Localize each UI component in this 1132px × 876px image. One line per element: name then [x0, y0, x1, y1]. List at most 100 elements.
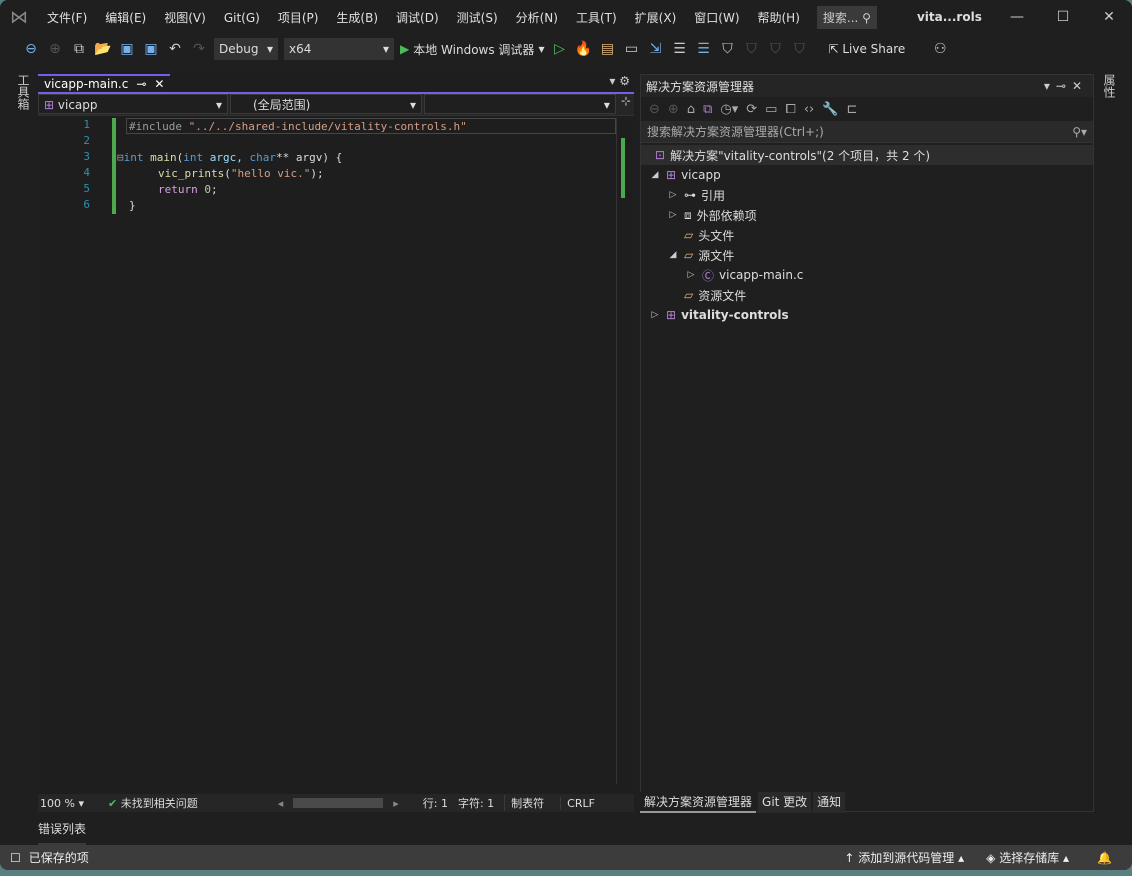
layout-icon[interactable]: ▭: [622, 41, 640, 57]
tab-solution-explorer[interactable]: 解决方案资源管理器: [640, 792, 757, 813]
tabs-indicator[interactable]: 制表符: [504, 795, 550, 811]
sync-icon[interactable]: ⟳: [746, 102, 757, 117]
properties-icon[interactable]: 🔧: [822, 102, 838, 117]
show-all-files-icon[interactable]: ⧠: [785, 102, 795, 117]
properties-side-tab[interactable]: 属性: [1100, 74, 1118, 98]
menu-file[interactable]: 文件(F): [38, 11, 96, 25]
collapsed-icon[interactable]: ▷: [685, 270, 697, 280]
vertical-scrollbar[interactable]: [616, 118, 634, 784]
undo-icon[interactable]: ↶: [166, 41, 184, 57]
zoom-dropdown[interactable]: 100 % ▾: [40, 797, 84, 810]
menu-analyze[interactable]: 分析(N): [507, 11, 567, 25]
tree-item-external-deps[interactable]: ▷ ⧈ 外部依赖项: [641, 205, 1093, 225]
collapsed-icon[interactable]: ▷: [649, 310, 661, 320]
scope-dropdown[interactable]: (全局范围) ▾: [229, 94, 422, 114]
menu-build[interactable]: 生成(B): [327, 11, 387, 25]
output-icon[interactable]: ☐: [10, 851, 21, 865]
tree-item-vitality-controls[interactable]: ▷ ⊞ vitality-controls: [641, 305, 1093, 325]
folder-icon[interactable]: ▤: [598, 41, 616, 57]
panel-controls[interactable]: ▾⊸✕: [1044, 79, 1088, 93]
hot-reload-icon[interactable]: 🔥: [574, 41, 592, 57]
scroll-right-icon[interactable]: ▸: [393, 797, 399, 810]
tree-item-header-files[interactable]: ▱ 头文件: [641, 225, 1093, 245]
collapsed-icon[interactable]: ▷: [667, 190, 679, 200]
menu-project[interactable]: 项目(P): [269, 11, 328, 25]
menu-edit[interactable]: 编辑(E): [96, 11, 155, 25]
notifications-bell-icon[interactable]: 🔔: [1097, 851, 1112, 865]
code-icon[interactable]: ‹›: [804, 102, 814, 117]
search-box[interactable]: 搜索... ⚲: [816, 5, 877, 29]
tree-label: 外部依赖项: [696, 208, 757, 223]
tree-item-vicapp-main[interactable]: ▷ Ⓒvicapp-main.c: [641, 265, 1093, 285]
uncomment-icon[interactable]: ☰: [694, 41, 712, 57]
close-tab-icon[interactable]: ✕: [154, 77, 164, 91]
scroll-left-icon[interactable]: ◂: [278, 797, 284, 810]
live-share-button[interactable]: ⇱ Live Share: [828, 42, 905, 56]
pending-changes-icon[interactable]: ◷▾: [720, 102, 738, 117]
solution-explorer-toolbar: ⊖ ⊕ ⌂ ⧉ ◷▾ ⟳ ▭ ⧠ ‹› 🔧 ⊏: [641, 97, 1093, 121]
tree-item-vicapp[interactable]: ◢ ⊞ vicapp: [641, 165, 1093, 185]
split-icon[interactable]: ⊹: [618, 94, 634, 115]
issues-indicator[interactable]: ✔ 未找到相关问题: [108, 795, 198, 811]
pin-icon[interactable]: ⊸: [136, 77, 146, 91]
save-all-icon[interactable]: ▣: [142, 41, 160, 57]
new-item-icon[interactable]: ⧉: [70, 41, 88, 57]
minimize-button[interactable]: —: [994, 9, 1040, 25]
back-icon[interactable]: ⊖: [22, 41, 40, 57]
comment-icon[interactable]: ☰: [670, 41, 688, 57]
open-folder-icon[interactable]: 📂: [94, 41, 112, 57]
close-button[interactable]: ✕: [1086, 9, 1132, 25]
start-without-debugging-icon[interactable]: ▷: [550, 41, 568, 57]
switch-views-icon[interactable]: ⧉: [703, 102, 712, 117]
menu-test[interactable]: 测试(S): [448, 11, 507, 25]
toolbox-side-tab[interactable]: 工具箱: [14, 74, 32, 110]
menu-view[interactable]: 视图(V): [155, 11, 215, 25]
tree-item-solution[interactable]: ⊡ 解决方案"vitality-controls"(2 个项目，共 2 个): [641, 145, 1093, 165]
keyword: int: [183, 151, 204, 164]
save-icon[interactable]: ▣: [118, 41, 136, 57]
forward-icon[interactable]: ⊕: [46, 41, 64, 57]
home-icon[interactable]: ⌂: [687, 102, 695, 117]
project-dropdown[interactable]: ⊞ vicapp ▾: [38, 94, 228, 114]
preview-icon[interactable]: ⊏: [846, 102, 857, 117]
expanded-icon[interactable]: ◢: [649, 170, 661, 180]
collapse-icon[interactable]: ⊟: [117, 151, 124, 164]
bookmark-icon[interactable]: ⛉: [718, 41, 736, 57]
maximize-button[interactable]: ☐: [1040, 9, 1086, 25]
forward-icon[interactable]: ⊕: [668, 102, 679, 117]
horizontal-scrollbar[interactable]: [293, 798, 384, 808]
collapse-all-icon[interactable]: ▭: [765, 102, 777, 117]
bookmark-prev-icon[interactable]: ⛉: [742, 41, 760, 57]
eol-indicator[interactable]: CRLF: [560, 796, 601, 810]
select-repository-button[interactable]: ◈ 选择存储库 ▴: [986, 849, 1069, 866]
member-dropdown[interactable]: ▾: [423, 94, 616, 114]
code-area[interactable]: 1 2 3 4 5 6 #include "../../shared-inclu…: [38, 118, 616, 784]
bookmark-next-icon[interactable]: ⛉: [766, 41, 784, 57]
menu-tools[interactable]: 工具(T): [567, 11, 626, 25]
bookmark-clear-icon[interactable]: ⛉: [790, 41, 808, 57]
platform-dropdown[interactable]: x64 ▾: [284, 38, 394, 60]
redo-icon[interactable]: ↷: [190, 41, 208, 57]
add-to-source-control-button[interactable]: ↑ 添加到源代码管理 ▴: [844, 849, 964, 866]
number: 0: [197, 183, 211, 196]
tree-item-references[interactable]: ▷ ⊶ 引用: [641, 185, 1093, 205]
menu-help[interactable]: 帮助(H): [749, 11, 809, 25]
tree-item-resource-files[interactable]: ▱ 资源文件: [641, 285, 1093, 305]
expanded-icon[interactable]: ◢: [667, 250, 679, 260]
collapsed-icon[interactable]: ▷: [667, 210, 679, 220]
feedback-icon[interactable]: ⚇: [931, 41, 949, 57]
tree-item-source-files[interactable]: ◢ ▱ 源文件: [641, 245, 1093, 265]
menu-window[interactable]: 窗口(W): [685, 11, 748, 25]
tab-options-icon[interactable]: ▾ ⚙: [609, 74, 634, 92]
tab-git-changes[interactable]: Git 更改: [758, 792, 812, 813]
start-debugging-button[interactable]: ▶ 本地 Windows 调试器 ▾: [400, 41, 544, 58]
menu-extensions[interactable]: 扩展(X): [626, 11, 686, 25]
solution-search-input[interactable]: 搜索解决方案资源管理器(Ctrl+;) ⚲▾: [641, 121, 1093, 143]
tab-vicapp-main[interactable]: vicapp-main.c ⊸ ✕: [38, 74, 171, 92]
menu-debug[interactable]: 调试(D): [387, 11, 448, 25]
back-icon[interactable]: ⊖: [649, 102, 660, 117]
menu-git[interactable]: Git(G): [215, 11, 269, 25]
tab-notifications[interactable]: 通知: [813, 792, 846, 813]
step-icon[interactable]: ⇲: [646, 41, 664, 57]
configuration-dropdown[interactable]: Debug ▾: [214, 38, 278, 60]
